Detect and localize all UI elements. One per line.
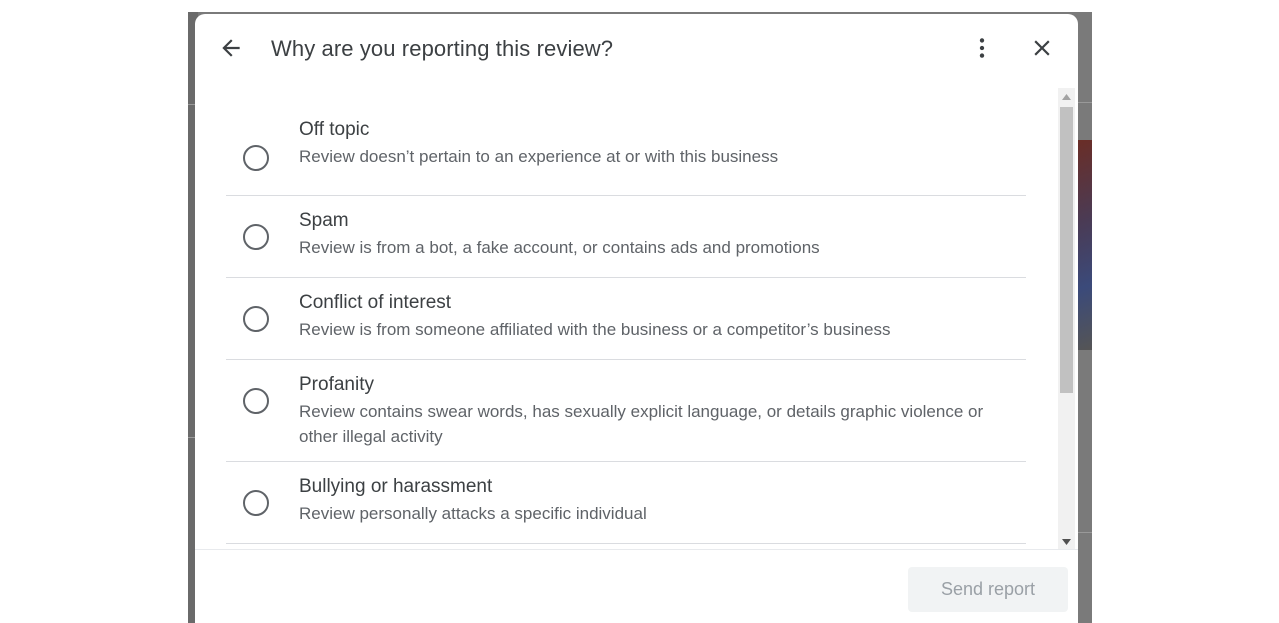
- option-description: Review is from someone affiliated with t…: [299, 320, 891, 339]
- reason-option-spam[interactable]: Spam Review is from a bot, a fake accoun…: [226, 196, 1026, 278]
- radio-button[interactable]: [243, 306, 269, 332]
- radio-button[interactable]: [243, 490, 269, 516]
- reason-option-off-topic[interactable]: Off topic Review doesn’t pertain to an e…: [226, 114, 1026, 196]
- option-description: Review is from a bot, a fake account, or…: [299, 238, 820, 257]
- radio-button[interactable]: [243, 224, 269, 250]
- radio-button[interactable]: [243, 388, 269, 414]
- reason-option-bullying[interactable]: Bullying or harassment Review personally…: [226, 462, 1026, 544]
- dialog-header: Why are you reporting this review?: [195, 14, 1078, 86]
- radio-button[interactable]: [243, 145, 269, 171]
- reason-option-conflict-of-interest[interactable]: Conflict of interest Review is from some…: [226, 278, 1026, 360]
- reason-options: Off topic Review doesn’t pertain to an e…: [226, 114, 1026, 544]
- option-label: Spam: [299, 210, 349, 231]
- reason-list: Off topic Review doesn’t pertain to an e…: [195, 86, 1078, 549]
- arrow-back-icon: [218, 35, 244, 66]
- reason-option-profanity[interactable]: Profanity Review contains swear words, h…: [226, 360, 1026, 462]
- background-divider: [1078, 532, 1092, 533]
- close-icon: [1029, 35, 1055, 66]
- option-description: Review contains swear words, has sexuall…: [299, 402, 984, 446]
- option-label: Profanity: [299, 374, 374, 395]
- scroll-up-arrow[interactable]: [1058, 89, 1075, 105]
- option-description: Review personally attacks a specific ind…: [299, 504, 647, 523]
- option-label: Bullying or harassment: [299, 476, 493, 497]
- option-label: Conflict of interest: [299, 292, 452, 313]
- option-label: Off topic: [299, 119, 370, 140]
- send-report-button[interactable]: Send report: [908, 567, 1068, 612]
- more-options-button[interactable]: [962, 30, 1002, 70]
- background-divider: [1078, 102, 1092, 103]
- report-review-dialog: Why are you reporting this review? Off t…: [195, 14, 1078, 623]
- scroll-down-arrow[interactable]: [1058, 534, 1075, 550]
- close-button[interactable]: [1022, 30, 1062, 70]
- back-button[interactable]: [211, 30, 251, 70]
- option-description: Review doesn’t pertain to an experience …: [299, 147, 779, 166]
- dialog-footer: Send report: [195, 549, 1078, 623]
- list-scrollbar[interactable]: [1058, 88, 1075, 550]
- scrollbar-thumb[interactable]: [1060, 107, 1073, 393]
- dialog-title: Why are you reporting this review?: [271, 36, 614, 61]
- more-vert-icon: [969, 35, 995, 66]
